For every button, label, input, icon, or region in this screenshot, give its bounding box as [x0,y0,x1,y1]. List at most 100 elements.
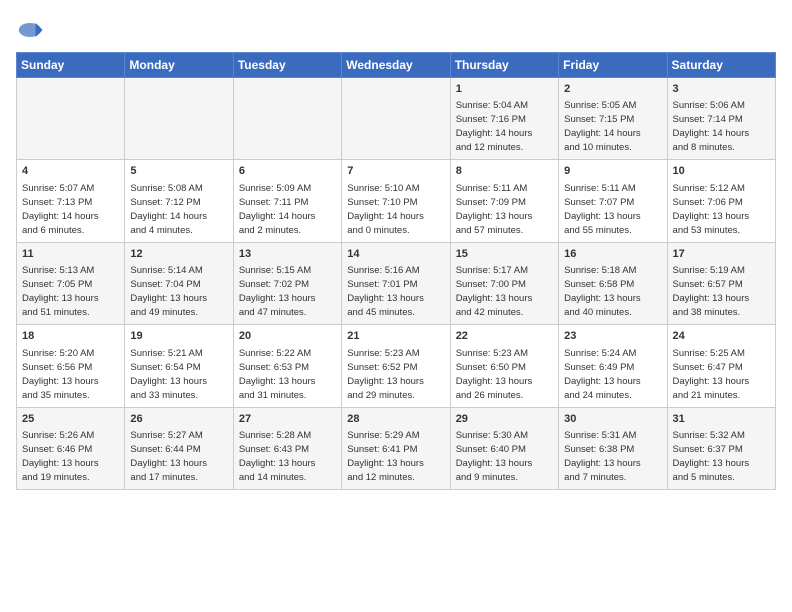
calendar-cell: 14Sunrise: 5:16 AM Sunset: 7:01 PM Dayli… [342,242,450,324]
calendar-cell [233,78,341,160]
day-info: Sunrise: 5:23 AM Sunset: 6:50 PM Dayligh… [456,348,533,401]
calendar-cell: 5 Sunrise: 5:08 AM Sunset: 7:12 PM Daylig… [125,160,233,242]
calendar-cell: 10 Sunrise: 5:12 AM Sunset: 7:06 PM Dayli… [667,160,775,242]
calendar-cell: 8 Sunrise: 5:11 AM Sunset: 7:09 PM Daylig… [450,160,558,242]
calendar-cell: 18 Sunrise: 5:20 AM Sunset: 6:56 PM Dayli… [17,325,125,407]
day-number: 11 [22,247,119,262]
weekday-sunday: Sunday [17,53,125,78]
day-info: Sunrise: 5:15 AM Sunset: 7:02 PM Dayligh… [239,265,316,318]
day-number: 16 [564,247,661,262]
day-number: 15 [456,247,553,262]
day-info: Sunrise: 5:11 AM Sunset: 7:09 PM Dayligh… [456,183,533,236]
day-number: 30 [564,412,661,427]
day-number: 3 [673,82,770,97]
calendar-cell: 23 Sunrise: 5:24 AM Sunset: 6:49 PM Dayli… [559,325,667,407]
day-info: Sunrise: 5:14 AM Sunset: 7:04 PM Dayligh… [130,265,207,318]
calendar-cell: 30 Sunrise: 5:31 AM Sunset: 6:38 PM Dayli… [559,407,667,489]
day-info: Sunrise: 5:06 AM Sunset: 7:14 PM Dayligh… [673,100,750,153]
calendar-cell: 31 Sunrise: 5:32 AM Sunset: 6:37 PM Dayli… [667,407,775,489]
day-number: 27 [239,412,336,427]
day-number: 12 [130,247,227,262]
day-number: 6 [239,164,336,179]
day-info: Sunrise: 5:12 AM Sunset: 7:06 PM Dayligh… [673,183,750,236]
day-info: Sunrise: 5:10 AM Sunset: 7:10 PM Dayligh… [347,183,424,236]
day-info: Sunrise: 5:13 AM Sunset: 7:05 PM Dayligh… [22,265,99,318]
day-number: 18 [22,329,119,344]
day-info: Sunrise: 5:17 AM Sunset: 7:00 PM Dayligh… [456,265,533,318]
calendar-cell: 9 Sunrise: 5:11 AM Sunset: 7:07 PM Daylig… [559,160,667,242]
calendar-cell: 20 Sunrise: 5:22 AM Sunset: 6:53 PM Dayli… [233,325,341,407]
calendar-cell: 7 Sunrise: 5:10 AM Sunset: 7:10 PM Daylig… [342,160,450,242]
day-number: 25 [22,412,119,427]
calendar-cell: 1 Sunrise: 5:04 AM Sunset: 7:16 PM Daylig… [450,78,558,160]
day-info: Sunrise: 5:04 AM Sunset: 7:16 PM Dayligh… [456,100,533,153]
day-number: 9 [564,164,661,179]
day-info: Sunrise: 5:19 AM Sunset: 6:57 PM Dayligh… [673,265,750,318]
logo [16,16,48,44]
weekday-saturday: Saturday [667,53,775,78]
header [16,16,776,44]
calendar-cell: 15 Sunrise: 5:17 AM Sunset: 7:00 PM Dayli… [450,242,558,324]
day-number: 20 [239,329,336,344]
day-number: 13 [239,247,336,262]
calendar-week-5: 25Sunrise: 5:26 AM Sunset: 6:46 PM Dayli… [17,407,776,489]
day-number: 31 [673,412,770,427]
calendar-cell: 26 Sunrise: 5:27 AM Sunset: 6:44 PM Dayli… [125,407,233,489]
calendar-table: SundayMondayTuesdayWednesdayThursdayFrid… [16,52,776,490]
day-info: Sunrise: 5:18 AM Sunset: 6:58 PM Dayligh… [564,265,641,318]
day-info: Sunrise: 5:05 AM Sunset: 7:15 PM Dayligh… [564,100,641,153]
day-info: Sunrise: 5:08 AM Sunset: 7:12 PM Dayligh… [130,183,207,236]
day-number: 29 [456,412,553,427]
day-number: 8 [456,164,553,179]
calendar-cell: 12 Sunrise: 5:14 AM Sunset: 7:04 PM Dayli… [125,242,233,324]
day-info: Sunrise: 5:29 AM Sunset: 6:41 PM Dayligh… [347,430,424,483]
day-info: Sunrise: 5:31 AM Sunset: 6:38 PM Dayligh… [564,430,641,483]
day-number: 4 [22,164,119,179]
day-number: 1 [456,82,553,97]
day-info: Sunrise: 5:23 AM Sunset: 6:52 PM Dayligh… [347,348,424,401]
day-number: 5 [130,164,227,179]
day-number: 14 [347,247,444,262]
calendar-cell: 25Sunrise: 5:26 AM Sunset: 6:46 PM Dayli… [17,407,125,489]
day-info: Sunrise: 5:30 AM Sunset: 6:40 PM Dayligh… [456,430,533,483]
day-number: 19 [130,329,227,344]
calendar-week-4: 18 Sunrise: 5:20 AM Sunset: 6:56 PM Dayli… [17,325,776,407]
day-info: Sunrise: 5:32 AM Sunset: 6:37 PM Dayligh… [673,430,750,483]
day-info: Sunrise: 5:21 AM Sunset: 6:54 PM Dayligh… [130,348,207,401]
day-number: 7 [347,164,444,179]
calendar-cell: 24Sunrise: 5:25 AM Sunset: 6:47 PM Dayli… [667,325,775,407]
calendar-cell: 19 Sunrise: 5:21 AM Sunset: 6:54 PM Dayli… [125,325,233,407]
calendar-cell: 17 Sunrise: 5:19 AM Sunset: 6:57 PM Dayli… [667,242,775,324]
weekday-tuesday: Tuesday [233,53,341,78]
day-info: Sunrise: 5:27 AM Sunset: 6:44 PM Dayligh… [130,430,207,483]
calendar-cell: 3 Sunrise: 5:06 AM Sunset: 7:14 PM Daylig… [667,78,775,160]
calendar-cell: 22Sunrise: 5:23 AM Sunset: 6:50 PM Dayli… [450,325,558,407]
calendar-cell: 4Sunrise: 5:07 AM Sunset: 7:13 PM Daylig… [17,160,125,242]
calendar-header: SundayMondayTuesdayWednesdayThursdayFrid… [17,53,776,78]
calendar-cell: 16 Sunrise: 5:18 AM Sunset: 6:58 PM Dayli… [559,242,667,324]
day-number: 26 [130,412,227,427]
day-info: Sunrise: 5:24 AM Sunset: 6:49 PM Dayligh… [564,348,641,401]
calendar-cell: 29 Sunrise: 5:30 AM Sunset: 6:40 PM Dayli… [450,407,558,489]
day-number: 17 [673,247,770,262]
day-info: Sunrise: 5:09 AM Sunset: 7:11 PM Dayligh… [239,183,316,236]
day-number: 24 [673,329,770,344]
calendar-week-3: 11 Sunrise: 5:13 AM Sunset: 7:05 PM Dayli… [17,242,776,324]
day-info: Sunrise: 5:11 AM Sunset: 7:07 PM Dayligh… [564,183,641,236]
day-number: 10 [673,164,770,179]
day-number: 21 [347,329,444,344]
calendar-cell [17,78,125,160]
calendar-cell: 6 Sunrise: 5:09 AM Sunset: 7:11 PM Daylig… [233,160,341,242]
weekday-thursday: Thursday [450,53,558,78]
day-info: Sunrise: 5:28 AM Sunset: 6:43 PM Dayligh… [239,430,316,483]
day-info: Sunrise: 5:22 AM Sunset: 6:53 PM Dayligh… [239,348,316,401]
day-number: 2 [564,82,661,97]
logo-icon [16,16,44,44]
calendar-cell [125,78,233,160]
day-number: 23 [564,329,661,344]
calendar-week-2: 4Sunrise: 5:07 AM Sunset: 7:13 PM Daylig… [17,160,776,242]
day-info: Sunrise: 5:20 AM Sunset: 6:56 PM Dayligh… [22,348,99,401]
calendar-cell: 21 Sunrise: 5:23 AM Sunset: 6:52 PM Dayli… [342,325,450,407]
calendar-cell: 11 Sunrise: 5:13 AM Sunset: 7:05 PM Dayli… [17,242,125,324]
weekday-monday: Monday [125,53,233,78]
